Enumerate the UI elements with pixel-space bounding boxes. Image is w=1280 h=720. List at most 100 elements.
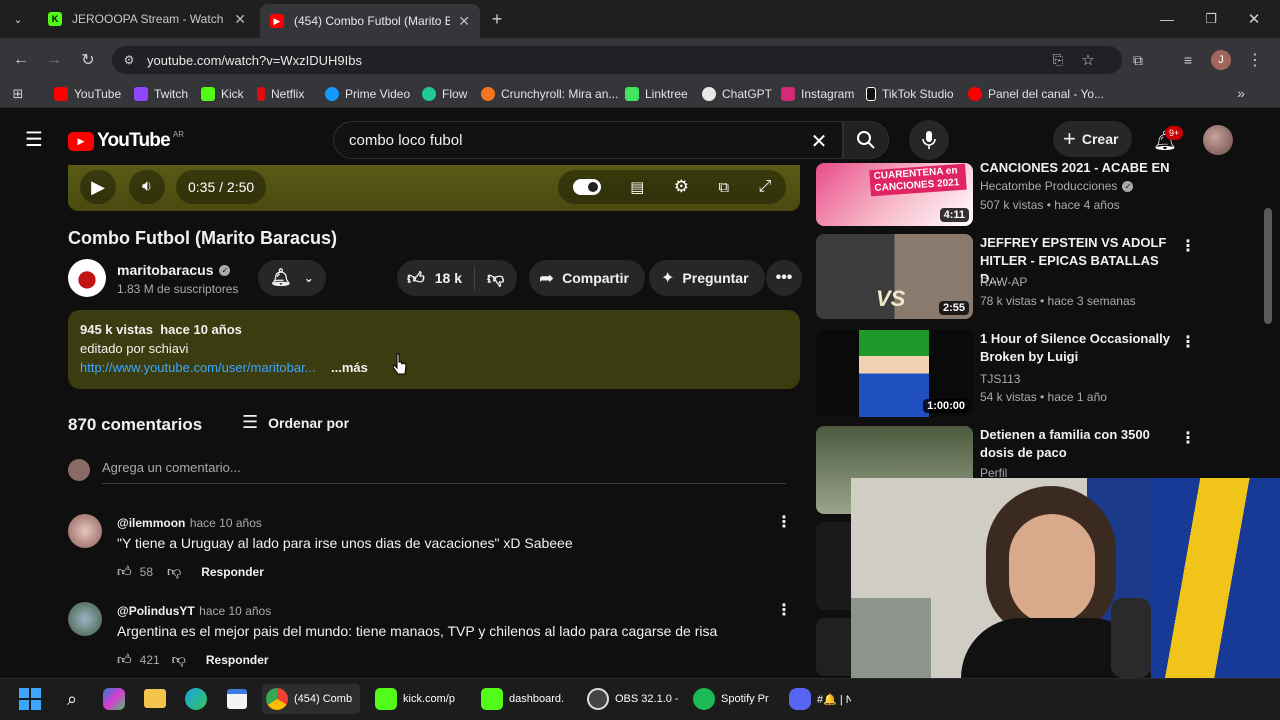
forward-icon[interactable]: → bbox=[43, 49, 65, 71]
bookmark-crunchyroll[interactable]: Crunchyroll: Mira an... bbox=[481, 86, 618, 102]
related-thumbnail[interactable]: 1:00:00 bbox=[816, 330, 973, 417]
related-thumbnail[interactable]: CUARENTENA en CANCIONES 2021 4:11 bbox=[816, 163, 973, 226]
comment-dislike-icon[interactable]: 👎︎ bbox=[167, 563, 181, 580]
taskbar-discord[interactable]: #🔔 | N bbox=[789, 684, 851, 714]
related-menu-icon[interactable]: ⋮ bbox=[1180, 332, 1196, 352]
comment-avatar[interactable] bbox=[68, 514, 102, 548]
voice-search-button[interactable] bbox=[909, 120, 949, 160]
comment-like-icon[interactable]: 👍︎ bbox=[117, 563, 132, 580]
comment-time[interactable]: hace 10 años bbox=[190, 516, 262, 530]
mute-button[interactable]: 🔉︎ bbox=[129, 170, 165, 204]
extensions-icon[interactable]: ⧉ bbox=[1127, 49, 1149, 71]
bookmark-tiktok-studio[interactable]: TikTok Studio bbox=[866, 86, 954, 102]
more-bookmarks-icon[interactable]: » bbox=[1233, 85, 1249, 101]
related-title[interactable]: Detienen a familia con 3500 dosis de pac… bbox=[980, 426, 1170, 462]
youtube-logo[interactable]: ▶ YouTube AR bbox=[68, 130, 184, 152]
comment-time[interactable]: hace 10 años bbox=[199, 604, 271, 618]
media-control-icon[interactable]: ≡ bbox=[1177, 49, 1199, 71]
account-avatar[interactable] bbox=[1203, 125, 1233, 155]
related-channel[interactable]: Hecatombe Producciones ✓ bbox=[980, 179, 1134, 193]
dislike-button[interactable]: 👎︎ bbox=[487, 268, 504, 289]
back-icon[interactable]: ← bbox=[10, 49, 32, 71]
file-explorer-icon[interactable] bbox=[144, 689, 166, 708]
sort-comments-button[interactable]: ☰ Ordenar por bbox=[242, 412, 349, 433]
settings-gear-icon[interactable]: ⚙ bbox=[674, 177, 689, 197]
share-button[interactable]: ➦ Compartir bbox=[529, 260, 645, 296]
description-link[interactable]: http://www.youtube.com/user/maritobar... bbox=[80, 360, 316, 375]
subscribed-notifications-button[interactable]: 🔔︎ ⌄ bbox=[258, 260, 326, 296]
fullscreen-icon[interactable]: ⤢ bbox=[758, 178, 771, 196]
start-windows-icon[interactable] bbox=[19, 688, 41, 710]
related-thumbnail[interactable]: VS 2:55 bbox=[816, 234, 973, 319]
related-title[interactable]: CANCIONES 2021 - ACABE EN... bbox=[980, 159, 1170, 177]
taskbar-spotify[interactable]: Spotify Pr bbox=[693, 684, 773, 714]
create-button[interactable]: + Crear bbox=[1053, 121, 1133, 157]
comment-dislike-icon[interactable]: 👎︎ bbox=[172, 651, 186, 668]
bookmark-panel-canal[interactable]: Panel del canal - Yo... bbox=[968, 86, 1104, 102]
related-menu-icon[interactable]: ⋮ bbox=[1180, 236, 1196, 256]
bookmark-youtube[interactable]: YouTube bbox=[54, 86, 121, 102]
search-input[interactable]: combo loco fubol ✕ bbox=[333, 121, 843, 159]
bookmark-star-icon[interactable]: ☆ bbox=[1078, 50, 1098, 70]
reply-button[interactable]: Responder bbox=[201, 565, 264, 579]
play-button[interactable]: ▶ bbox=[80, 170, 116, 204]
related-channel[interactable]: RAW-AP bbox=[980, 275, 1027, 289]
minimize-icon[interactable]: — bbox=[1156, 8, 1178, 30]
reload-icon[interactable]: ↻ bbox=[77, 49, 99, 71]
bookmark-chatgpt[interactable]: ChatGPT bbox=[702, 86, 772, 102]
taskbar-kick-1[interactable]: kick.com/p bbox=[375, 684, 465, 714]
bookmark-instagram[interactable]: Instagram bbox=[781, 86, 854, 102]
profile-avatar-icon[interactable]: J bbox=[1211, 50, 1231, 70]
miniplayer-icon[interactable]: ⧉ bbox=[718, 179, 729, 196]
copilot-icon[interactable] bbox=[103, 688, 125, 710]
search-button[interactable] bbox=[843, 121, 889, 159]
add-comment-input[interactable]: Agrega un comentario... bbox=[102, 460, 786, 484]
comment-menu-icon[interactable]: ⋮ bbox=[776, 600, 792, 620]
show-more-link[interactable]: ...más bbox=[331, 360, 368, 375]
address-bar[interactable]: ⚙ youtube.com/watch?v=WxzIDUH9Ibs ⎘ ☆ bbox=[112, 46, 1122, 74]
related-channel[interactable]: TJS113 bbox=[980, 372, 1020, 386]
hamburger-menu-icon[interactable]: ☰ bbox=[22, 128, 46, 151]
install-app-icon[interactable]: ⎘ bbox=[1048, 50, 1068, 70]
bookmark-netflix[interactable]: Netflix bbox=[257, 86, 304, 102]
taskbar-chrome[interactable]: (454) Comb bbox=[262, 684, 360, 714]
comment-menu-icon[interactable]: ⋮ bbox=[776, 512, 792, 532]
tab-jeroopa[interactable]: K JEROOOPA Stream - Watch Live ✕ bbox=[38, 5, 256, 33]
taskbar-obs[interactable]: OBS 32.1.0 - bbox=[587, 684, 679, 714]
close-window-icon[interactable]: ✕ bbox=[1243, 8, 1265, 30]
related-menu-icon[interactable]: ⋮ bbox=[1180, 428, 1196, 448]
ask-button[interactable]: ✦ Preguntar bbox=[649, 260, 765, 296]
taskbar-kick-2[interactable]: dashboard. bbox=[481, 684, 571, 714]
comment-like-icon[interactable]: 👍︎ bbox=[117, 651, 132, 668]
site-info-icon[interactable]: ⚙ bbox=[120, 51, 138, 69]
new-tab-icon[interactable]: + bbox=[486, 8, 508, 30]
bookmark-twitch[interactable]: Twitch bbox=[134, 86, 188, 102]
apps-grid-icon[interactable]: ⊞ bbox=[9, 85, 27, 103]
bookmark-flow[interactable]: Flow bbox=[422, 86, 467, 102]
bookmark-kick[interactable]: Kick bbox=[201, 86, 244, 102]
edge-icon[interactable] bbox=[185, 688, 207, 710]
close-tab-icon[interactable]: ✕ bbox=[458, 13, 470, 30]
taskbar-search-icon[interactable]: ⌕ bbox=[60, 687, 84, 711]
restore-icon[interactable]: ❐ bbox=[1200, 8, 1222, 30]
tab-youtube-active[interactable]: ▶ (454) Combo Futbol (Marito Ba ✕ bbox=[260, 4, 480, 38]
store-icon[interactable] bbox=[227, 689, 247, 709]
more-actions-button[interactable]: ••• bbox=[766, 260, 802, 296]
subtitles-icon[interactable]: ▤ bbox=[630, 178, 644, 196]
like-button[interactable]: 👍︎ 18 k bbox=[407, 268, 462, 289]
channel-avatar[interactable] bbox=[68, 259, 106, 297]
reply-button[interactable]: Responder bbox=[206, 653, 269, 667]
clear-search-icon[interactable]: ✕ bbox=[808, 130, 830, 153]
bookmark-linktree[interactable]: Linktree bbox=[625, 86, 688, 102]
autoplay-toggle[interactable] bbox=[572, 179, 601, 195]
channel-name[interactable]: maritobaracus ✓ bbox=[117, 262, 231, 278]
comment-author[interactable]: @ilemmoon bbox=[117, 516, 185, 530]
menu-kebab-icon[interactable]: ⋮ bbox=[1244, 49, 1266, 71]
comment-author[interactable]: @PolindusYT bbox=[117, 604, 195, 618]
tab-search-chevron-icon[interactable]: ⌄ bbox=[6, 8, 30, 30]
close-tab-icon[interactable]: ✕ bbox=[234, 11, 246, 28]
related-title[interactable]: 1 Hour of Silence Occasionally Broken by… bbox=[980, 330, 1170, 366]
comment-avatar[interactable] bbox=[68, 602, 102, 636]
page-scrollbar[interactable] bbox=[1264, 208, 1272, 324]
bookmark-prime-video[interactable]: Prime Video bbox=[325, 86, 410, 102]
